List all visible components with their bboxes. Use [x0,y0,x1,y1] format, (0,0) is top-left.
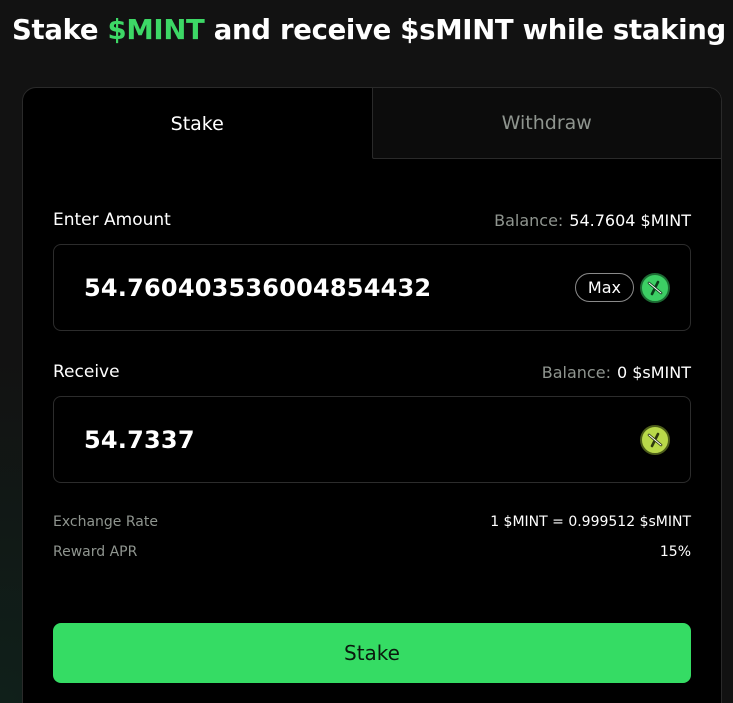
amount-input[interactable] [84,273,575,302]
reward-apr-label: Reward APR [53,544,138,560]
stake-card: Stake Withdraw Enter Amount Balance: 54.7… [22,87,722,703]
tab-bar: Stake Withdraw [23,88,721,159]
smint-balance: Balance: 0 $sMINT [542,363,691,382]
exchange-rate-value: 1 $MINT = 0.999512 $sMINT [490,514,691,530]
receive-header: Receive Balance: 0 $sMINT [53,362,691,382]
enter-amount-label: Enter Amount [53,210,171,230]
amount-field: Max [53,244,691,331]
receive-field: 54.7337 [53,396,691,483]
exchange-rate-label: Exchange Rate [53,514,158,530]
smint-token-icon [640,424,670,455]
mint-balance: Balance: 54.7604 $MINT [494,211,691,230]
reward-apr-row: Reward APR 15% [53,544,691,560]
enter-amount-header: Enter Amount Balance: 54.7604 $MINT [53,210,691,230]
receive-label: Receive [53,362,120,382]
exchange-rate-row: Exchange Rate 1 $MINT = 0.999512 $sMINT [53,514,691,530]
smint-balance-value: 0 $sMINT [616,362,691,382]
headline-prefix: Stake [12,14,108,46]
max-button[interactable]: Max [574,273,634,302]
reward-apr-value: 15% [659,544,691,560]
stake-button[interactable]: Stake [53,623,691,683]
mint-balance-label: Balance: [494,210,564,230]
headline-suffix: and receive $sMINT while staking [204,14,726,46]
headline-token: $MINT [107,14,205,46]
tab-stake[interactable]: Stake [23,88,372,159]
smint-balance-label: Balance: [541,362,611,382]
page-headline: Stake $MINT and receive $sMINT while sta… [12,14,726,46]
receive-amount: 54.7337 [84,425,195,454]
mint-balance-value: 54.7604 $MINT [569,210,691,230]
mint-token-icon [640,272,670,303]
tab-withdraw[interactable]: Withdraw [371,88,721,159]
